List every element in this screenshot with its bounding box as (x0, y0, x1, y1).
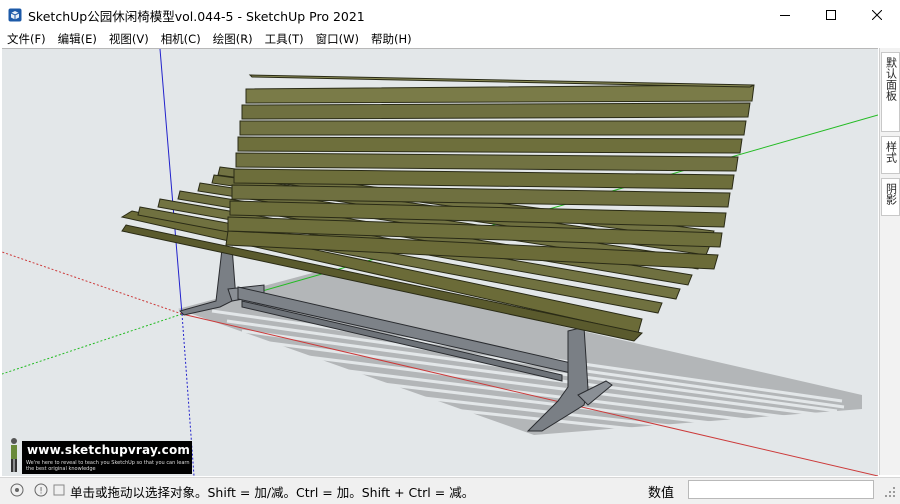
close-icon (872, 10, 882, 20)
person-figure-icon (11, 438, 17, 472)
menu-window[interactable]: 窗口(W) (309, 30, 364, 48)
menu-bar: 文件(F) 编辑(E) 视图(V) 相机(C) 绘图(R) 工具(T) 窗口(W… (0, 30, 900, 48)
bench-backrest (225, 74, 755, 270)
title-bar: SketchUp公园休闲椅模型vol.044-5 - SketchUp Pro … (0, 0, 900, 30)
svg-text:!: ! (39, 487, 43, 497)
status-hint: 单击或拖动以选择对象。Shift = 加/减。Ctrl = 加。Shift + … (70, 485, 475, 500)
watermark-tagline: We're here to reveal to teach you Sketch… (26, 460, 190, 472)
menu-camera[interactable]: 相机(C) (154, 30, 206, 48)
watermark-url: www.sketchupvray.com (27, 443, 191, 457)
status-bar: ! 单击或拖动以选择对象。Shift = 加/减。Ctrl = 加。Shift … (0, 477, 900, 504)
maximize-icon (826, 10, 836, 20)
geo-location-icon[interactable] (10, 483, 24, 497)
tray-tab-styles[interactable]: 样式 (881, 136, 900, 174)
measurements-label: 数值 (648, 486, 675, 501)
close-button[interactable] (854, 0, 900, 30)
maximize-button[interactable] (808, 0, 854, 30)
watermark-banner: www.sketchupvray.com We're here to revea… (22, 441, 192, 474)
menu-tools[interactable]: 工具(T) (258, 30, 309, 48)
resize-grip-icon[interactable] (884, 486, 896, 498)
measurements-input[interactable] (688, 480, 874, 499)
info-icon[interactable] (52, 483, 66, 497)
menu-view[interactable]: 视图(V) (102, 30, 154, 48)
minimize-button[interactable] (762, 0, 808, 30)
menu-edit[interactable]: 编辑(E) (51, 30, 102, 48)
menu-draw[interactable]: 绘图(R) (206, 30, 258, 48)
sketchup-logo-icon (8, 8, 22, 22)
tray-tab-shadows[interactable]: 阴影 (881, 178, 900, 216)
menu-file[interactable]: 文件(F) (0, 30, 51, 48)
tray-tab-default-panel[interactable]: 默认面板 (881, 52, 900, 132)
model-viewport[interactable] (2, 48, 878, 476)
default-tray: 默认面板 样式 阴影 (879, 48, 900, 475)
menu-help[interactable]: 帮助(H) (364, 30, 417, 48)
scene-drawing (2, 49, 878, 476)
window-title: SketchUp公园休闲椅模型vol.044-5 - SketchUp Pro … (28, 8, 365, 24)
minimize-icon (780, 15, 790, 16)
credits-icon[interactable]: ! (34, 483, 48, 497)
